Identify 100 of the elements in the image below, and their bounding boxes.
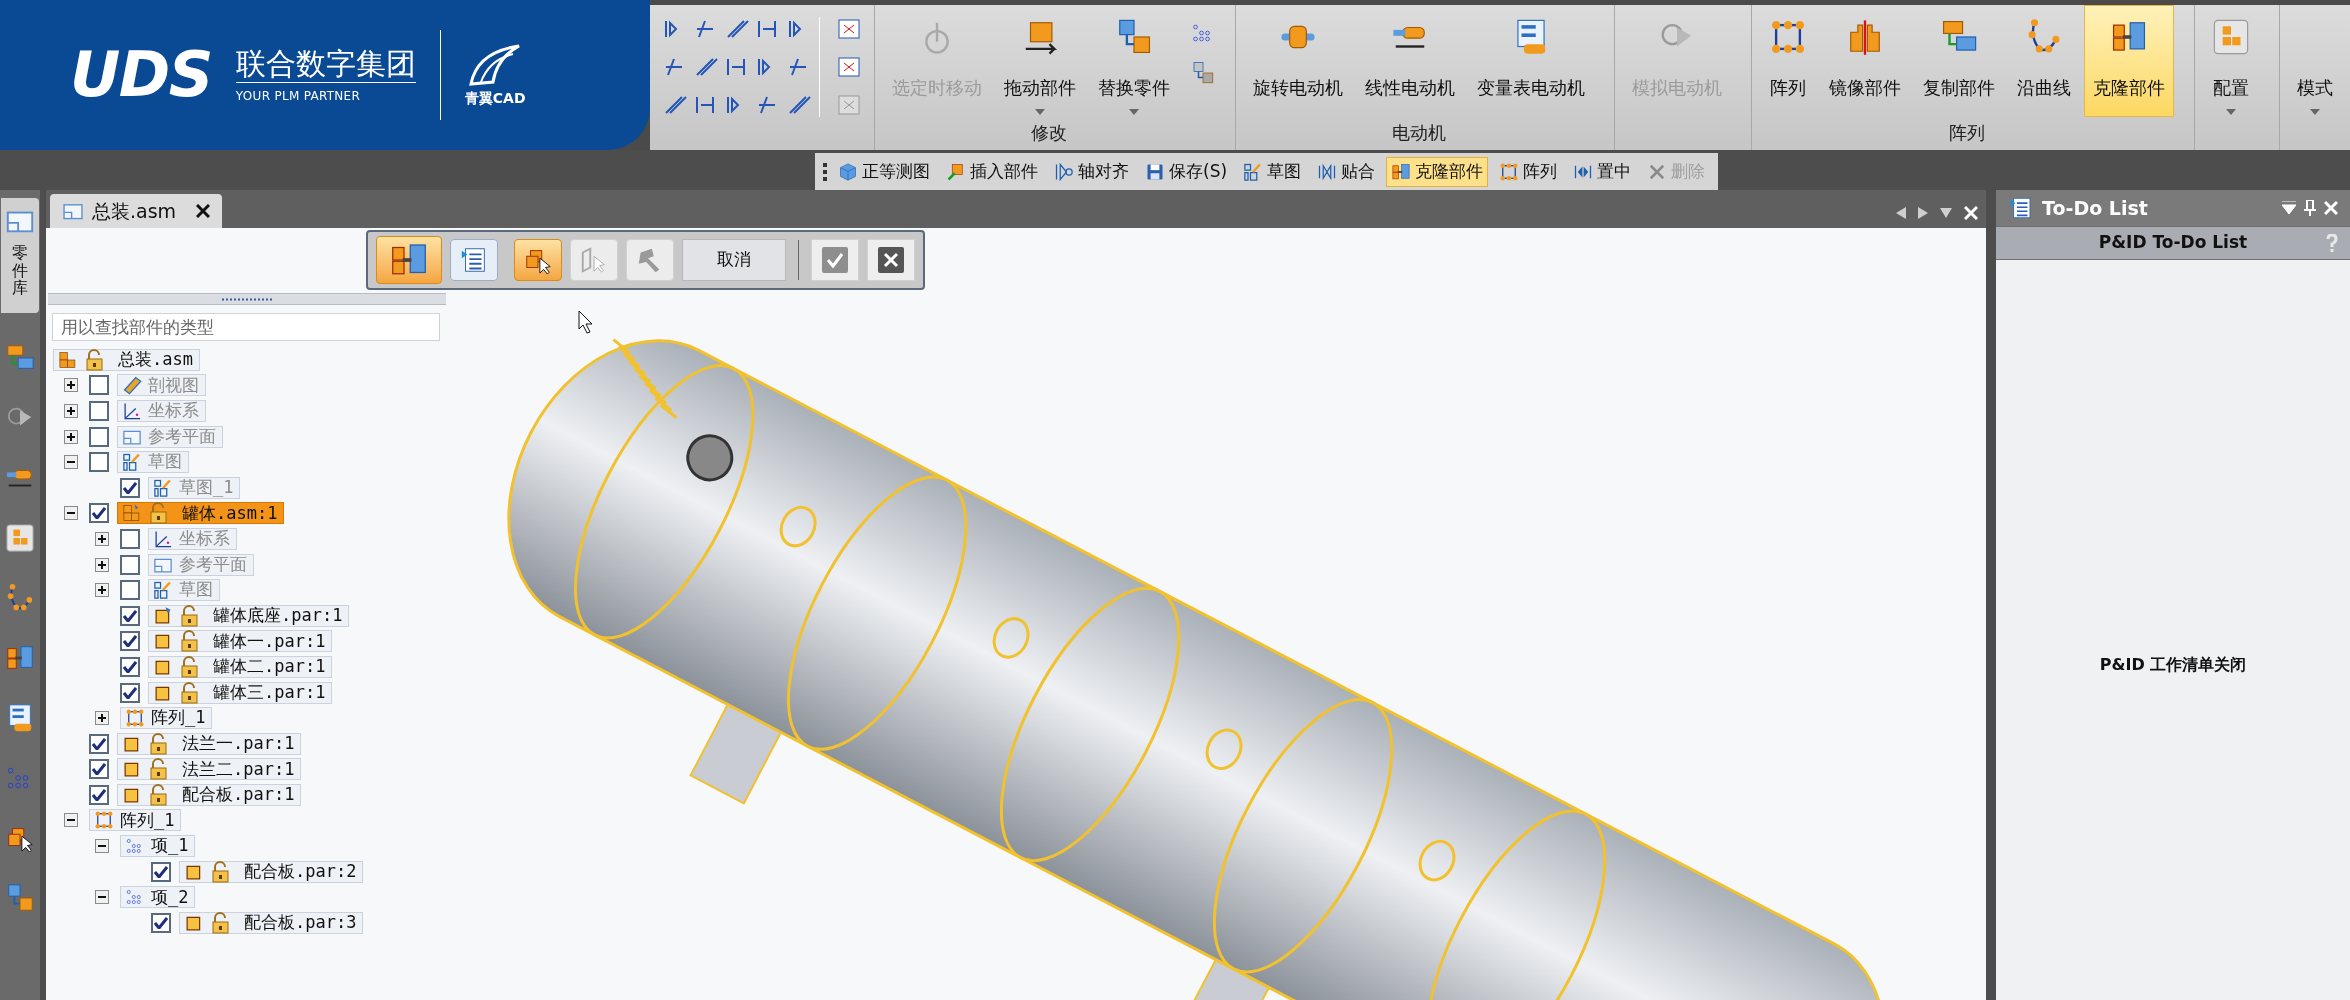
ribbon-button[interactable]: 复制部件 [1914,5,2004,117]
ribbon-button[interactable]: 镜像部件 [1820,5,1910,117]
ribbon-button[interactable]: 配置 [2203,5,2259,117]
product-name: 青翼CAD [464,88,526,108]
toolbar-button[interactable]: 阵列 [1494,156,1563,187]
collapse-button[interactable] [64,455,78,470]
tree-item[interactable]: 罐体底座.par:1 [148,604,350,627]
command-button[interactable] [376,236,442,284]
dropdown-icon[interactable] [1940,208,1952,218]
plus-icon [98,560,106,569]
toolbar-button[interactable]: 克隆部件 [1386,156,1489,187]
checkbox[interactable] [120,580,140,601]
expand-button[interactable] [95,531,109,546]
collapse-button[interactable] [95,890,109,905]
toolbar-button[interactable]: 正等测图 [833,156,935,187]
checkbox[interactable] [120,554,140,575]
tool-icon[interactable] [836,17,862,41]
cancel-button[interactable]: 取消 [682,239,786,281]
expand-button[interactable] [95,711,109,726]
tree-item[interactable]: 罐体.asm:1 [117,502,285,525]
config-blocks-icon [2212,18,2250,56]
ribbon-button[interactable]: 沿曲线 [2008,5,2080,117]
checkbox[interactable] [120,631,140,652]
command-button[interactable] [514,239,562,281]
tree-item[interactable]: 法兰二.par:1 [117,758,302,781]
tree-item[interactable]: 罐体二.par:1 [148,655,333,678]
panel-subtitle: P&ID To-Do List [2098,231,2248,255]
checkbox[interactable] [120,605,140,626]
tree-item[interactable]: 法兰一.par:1 [117,732,302,755]
checkbox[interactable] [120,656,140,677]
check-icon [822,247,848,273]
ribbon-button[interactable]: 线性电动机 [1356,5,1464,117]
expand-button[interactable] [95,557,109,572]
close-icon[interactable] [196,204,211,218]
checkbox[interactable] [120,528,140,549]
checkbox[interactable] [89,401,109,421]
toolbar-button[interactable]: 草图 [1238,156,1307,187]
checkbox[interactable] [89,503,109,524]
checkbox[interactable] [89,733,109,754]
toolbar-button[interactable]: 保存(S) [1140,156,1233,187]
expand-button[interactable] [64,429,78,444]
tree-item[interactable]: 配合板.par:1 [117,783,302,806]
cursor-icon [578,310,594,334]
checkbox[interactable] [89,375,109,396]
toolbar-button[interactable]: 置中 [1568,156,1637,187]
checkbox[interactable] [120,477,140,498]
clone-blocks-icon [1391,161,1412,182]
empty-message: P&ID 工作清单关闭 [2099,654,2247,676]
tree-item[interactable]: 罐体一.par:1 [148,630,333,653]
tree-item[interactable]: 项_1 [120,835,196,858]
tree-item[interactable]: 阵列_1 [89,809,182,832]
document-tab[interactable]: 总装.asm [50,194,223,228]
expand-button[interactable] [64,404,78,418]
swap-blocks-icon [1191,61,1215,85]
collapse-button[interactable] [64,506,78,521]
pattern-grid-icon [1499,161,1520,182]
collapse-button[interactable] [64,813,78,828]
ribbon-button[interactable]: 模式 [2288,5,2342,117]
close-button[interactable] [867,239,915,281]
expand-button[interactable] [64,378,78,393]
checkbox[interactable] [89,759,109,780]
caret-icon [2310,109,2320,115]
checkbox[interactable] [151,912,171,933]
tree-item[interactable]: 项_2 [120,886,196,909]
side-tab[interactable]: 零件库 [1,198,39,313]
tree-item[interactable]: 总装.asm [53,348,200,371]
command-button[interactable] [450,239,498,281]
plus-icon [98,714,106,723]
checkbox[interactable] [89,452,109,473]
search-field[interactable]: 用以查找部件的类型 [52,313,440,341]
checkbox[interactable] [89,784,109,805]
checkbox[interactable] [151,861,171,882]
checkbox[interactable] [120,682,140,703]
config-blocks-icon [5,522,35,553]
tree-item[interactable]: 配合板.par:3 [179,911,364,934]
company-name: 联合数字集团 [235,44,416,83]
accept-button[interactable] [811,239,859,281]
ribbon-button[interactable]: 替换零件 [1089,5,1179,117]
ribbon-button[interactable]: 克隆部件 [2084,5,2174,117]
dropdown-icon[interactable] [2282,201,2296,215]
plus-icon [67,407,75,415]
tree-item[interactable]: 阵列_1 [120,707,213,730]
collapse-button[interactable] [95,839,109,854]
scroll-left-icon[interactable] [1896,207,1906,219]
tree-item[interactable]: 罐体三.par:1 [148,681,333,704]
caret-icon [1129,109,1139,115]
checkbox[interactable] [89,426,109,447]
ribbon-button[interactable]: 旋转电动机 [1244,5,1352,117]
toolbar-button[interactable]: 贴合 [1312,156,1381,187]
scroll-right-icon[interactable] [1918,207,1928,219]
pin-icon[interactable] [2304,200,2316,216]
ribbon-button[interactable]: 拖动部件 [995,5,1085,117]
toolbar-button[interactable]: 轴对齐 [1049,156,1134,187]
sketch-pencil-icon [122,452,142,473]
toolbar-button[interactable]: 插入部件 [941,156,1043,187]
tool-icon[interactable] [836,55,862,79]
tree-item[interactable]: 配合板.par:2 [179,860,364,883]
ribbon-button[interactable]: 阵列 [1760,5,1816,117]
expand-button[interactable] [95,583,109,598]
ribbon-button[interactable]: 变量表电动机 [1468,5,1594,117]
